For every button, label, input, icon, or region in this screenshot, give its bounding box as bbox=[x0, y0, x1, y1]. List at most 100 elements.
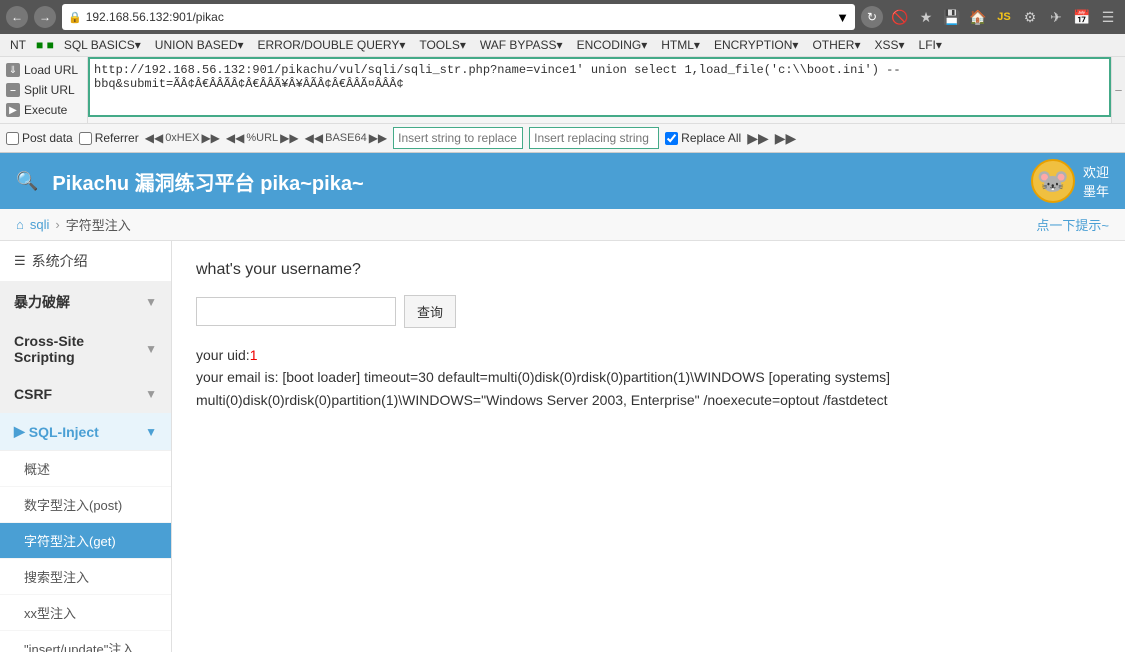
hackbar-tools[interactable]: TOOLS▾ bbox=[413, 36, 471, 54]
replace-all-checkbox[interactable]: Replace All bbox=[665, 131, 741, 145]
sidebar-item-str-get[interactable]: 字符型注入(get) bbox=[0, 523, 171, 559]
hackbar-url-textarea[interactable]: http://192.168.56.132:901/pikachu/vul/sq… bbox=[88, 57, 1111, 117]
welcome-text: 欢迎 bbox=[1083, 162, 1109, 181]
hackbar-xss[interactable]: XSS▾ bbox=[868, 36, 910, 54]
base64-right-arrow: ▶▶ bbox=[369, 131, 387, 145]
pikachu-header: 🔍 Pikachu 漏洞练习平台 pika~pika~ 🐭 欢迎 墨年 bbox=[0, 153, 1125, 209]
sidebar-item-xx[interactable]: xx型注入 bbox=[0, 595, 171, 631]
sidebar-xss-chevron: ▼ bbox=[145, 342, 157, 356]
pikachu-logo: 🔍 Pikachu 漏洞练习平台 pika~pika~ bbox=[16, 167, 364, 196]
referrer-checkbox[interactable]: Referrer bbox=[79, 131, 139, 145]
sidebar-sqlinject-label: SQL-Inject bbox=[29, 424, 145, 440]
sidebar-item-num-post[interactable]: 数字型注入(post) bbox=[0, 487, 171, 523]
hackbar-separator-green: ■ ■ bbox=[34, 38, 56, 52]
load-url-label: Load URL bbox=[24, 63, 78, 77]
replace-arrow-right: ▶▶ bbox=[747, 130, 769, 147]
split-url-button[interactable]: ⎯ Split URL bbox=[2, 81, 85, 99]
hex-encode-btn[interactable]: ◀◀ 0xHEX ▶▶ bbox=[145, 131, 220, 145]
sidebar-csrf-label: CSRF bbox=[14, 386, 145, 402]
avatar: 🐭 bbox=[1031, 159, 1075, 203]
extension2-icon[interactable]: ✈ bbox=[1045, 6, 1067, 28]
str-replace-input[interactable] bbox=[393, 127, 523, 149]
sidebar-xx-label: xx型注入 bbox=[24, 603, 76, 622]
forward-button[interactable]: → bbox=[34, 6, 56, 28]
referrer-check[interactable] bbox=[79, 132, 92, 145]
load-url-icon: ⇓ bbox=[6, 63, 20, 77]
url-left-arrow: ◀◀ bbox=[226, 131, 244, 145]
sidebar-overview-label: 概述 bbox=[24, 459, 50, 478]
hackbar-other[interactable]: OTHER▾ bbox=[806, 36, 866, 54]
execute-icon: ▶ bbox=[6, 103, 20, 117]
post-data-check[interactable] bbox=[6, 132, 19, 145]
base64-label: BASE64 bbox=[325, 132, 367, 144]
stop-icon[interactable]: 🚫 bbox=[889, 6, 911, 28]
breadcrumb: ⌂ sqli › 字符型注入 bbox=[16, 215, 131, 234]
execute-button[interactable]: ▶ Execute bbox=[2, 101, 85, 119]
submit-button[interactable]: 查询 bbox=[404, 295, 456, 328]
sidebar-sqlinject-chevron: ▼ bbox=[145, 425, 157, 439]
hackbar-resize-handle[interactable]: ⎯ bbox=[1111, 57, 1125, 123]
result-uid-label: your uid: bbox=[196, 347, 250, 363]
hex-label: 0xHEX bbox=[165, 132, 199, 144]
sidebar-item-search[interactable]: 搜索型注入 bbox=[0, 559, 171, 595]
hint-link[interactable]: 点一下提示~ bbox=[1036, 215, 1109, 234]
hackbar-sql-basics[interactable]: SQL BASICS▾ bbox=[58, 36, 147, 54]
breadcrumb-bar: ⌂ sqli › 字符型注入 点一下提示~ bbox=[0, 209, 1125, 241]
load-url-button[interactable]: ⇓ Load URL bbox=[2, 61, 85, 79]
sidebar-item-brute[interactable]: 暴力破解 ▼ bbox=[0, 282, 171, 323]
sidebar-item-intro[interactable]: ☰ 系统介绍 bbox=[0, 241, 171, 282]
result-uid-line: your uid:1 bbox=[196, 344, 1101, 366]
hackbar: NT ■ ■ SQL BASICS▾ UNION BASED▾ ERROR/DO… bbox=[0, 34, 1125, 153]
content-area: what's your username? 查询 your uid:1 your… bbox=[172, 241, 1125, 652]
hackbar-encryption[interactable]: ENCRYPTION▾ bbox=[708, 36, 804, 54]
home-icon[interactable]: ⌂ bbox=[16, 217, 24, 232]
hackbar-lfi[interactable]: LFI▾ bbox=[913, 36, 948, 54]
hackbar-options-bar: Post data Referrer ◀◀ 0xHEX ▶▶ ◀◀ %URL ▶… bbox=[0, 123, 1125, 152]
username-input[interactable] bbox=[196, 297, 396, 326]
hackbar-encoding[interactable]: ENCODING▾ bbox=[571, 36, 654, 54]
refresh-button[interactable]: ↻ bbox=[861, 6, 883, 28]
js-icon[interactable]: JS bbox=[993, 6, 1015, 28]
address-bar-input[interactable] bbox=[86, 10, 832, 24]
sidebar: ☰ 系统介绍 暴力破解 ▼ Cross-Site Scripting ▼ CSR… bbox=[0, 241, 172, 652]
sidebar-item-sqlinject[interactable]: ▶ SQL-Inject ▼ bbox=[0, 413, 171, 451]
hackbar-nt[interactable]: NT bbox=[4, 36, 32, 54]
home-icon[interactable]: 🏠 bbox=[967, 6, 989, 28]
post-data-checkbox[interactable]: Post data bbox=[6, 131, 73, 145]
extension1-icon[interactable]: ⚙ bbox=[1019, 6, 1041, 28]
main-layout: ☰ 系统介绍 暴力破解 ▼ Cross-Site Scripting ▼ CSR… bbox=[0, 241, 1125, 652]
bookmark-icon[interactable]: ★ bbox=[915, 6, 937, 28]
execute-label: Execute bbox=[24, 103, 67, 117]
back-button[interactable]: ← bbox=[6, 6, 28, 28]
sqli-breadcrumb-link[interactable]: sqli bbox=[30, 217, 50, 232]
menu-button[interactable]: ☰ bbox=[1097, 6, 1119, 28]
hackbar-html[interactable]: HTML▾ bbox=[655, 36, 706, 54]
sidebar-item-xss[interactable]: Cross-Site Scripting ▼ bbox=[0, 323, 171, 376]
str-replacing-input[interactable] bbox=[529, 127, 659, 149]
split-url-icon: ⎯ bbox=[6, 83, 20, 97]
save-icon[interactable]: 💾 bbox=[941, 6, 963, 28]
hackbar-waf-bypass[interactable]: WAF BYPASS▾ bbox=[474, 36, 569, 54]
base64-left-arrow: ◀◀ bbox=[305, 131, 323, 145]
replace-all-check[interactable] bbox=[665, 132, 678, 145]
breadcrumb-separator: › bbox=[55, 217, 59, 232]
url-right-arrow: ▶▶ bbox=[280, 131, 298, 145]
username-text: 墨年 bbox=[1083, 181, 1109, 200]
extension3-icon[interactable]: 📅 bbox=[1071, 6, 1093, 28]
split-url-label: Split URL bbox=[24, 83, 75, 97]
url-encode-btn[interactable]: ◀◀ %URL ▶▶ bbox=[226, 131, 299, 145]
base64-encode-btn[interactable]: ◀◀ BASE64 ▶▶ bbox=[305, 131, 388, 145]
browser-toolbar: ← → 🔒 ▼ ↻ 🚫 ★ 💾 🏠 JS ⚙ ✈ 📅 ☰ bbox=[0, 0, 1125, 34]
hackbar-menu-bar: NT ■ ■ SQL BASICS▾ UNION BASED▾ ERROR/DO… bbox=[0, 34, 1125, 57]
hex-left-arrow: ◀◀ bbox=[145, 131, 163, 145]
hackbar-union-based[interactable]: UNION BASED▾ bbox=[149, 36, 250, 54]
sidebar-item-insert-update[interactable]: "insert/update"注入 bbox=[0, 631, 171, 652]
hackbar-error-double[interactable]: ERROR/DOUBLE QUERY▾ bbox=[252, 36, 412, 54]
sidebar-xss-label: Cross-Site Scripting bbox=[14, 333, 145, 365]
result-email-line: your email is: [boot loader] timeout=30 … bbox=[196, 366, 1101, 411]
sidebar-item-csrf[interactable]: CSRF ▼ bbox=[0, 376, 171, 413]
content-form: 查询 bbox=[196, 295, 1101, 328]
result-uid-value: 1 bbox=[250, 347, 258, 363]
content-question: what's your username? bbox=[196, 261, 1101, 279]
sidebar-item-overview[interactable]: 概述 bbox=[0, 451, 171, 487]
